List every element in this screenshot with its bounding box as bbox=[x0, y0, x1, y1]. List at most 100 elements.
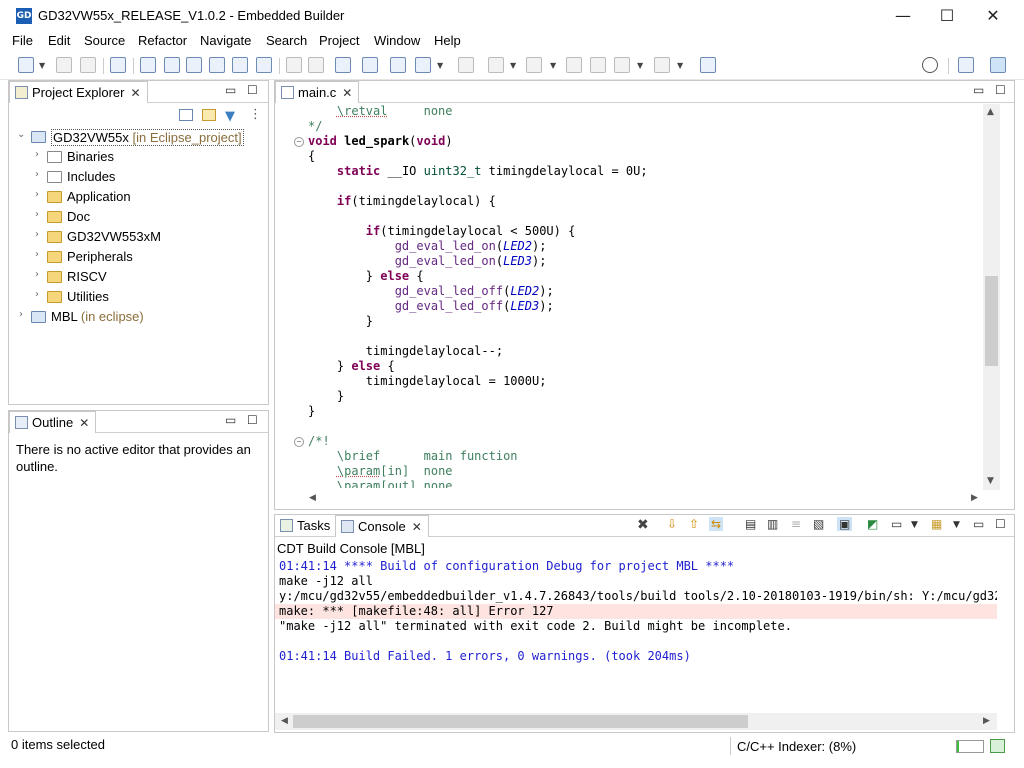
tab-project-explorer[interactable]: Project Explorer ✕ bbox=[9, 81, 148, 103]
console-scroll-thumb[interactable] bbox=[293, 715, 748, 728]
link-editor-icon[interactable] bbox=[202, 109, 216, 121]
marker-icon[interactable] bbox=[458, 57, 474, 73]
maximize-button[interactable]: ☐ bbox=[924, 0, 970, 32]
tab-outline[interactable]: Outline ✕ bbox=[9, 411, 97, 433]
chevron-right-icon[interactable]: › bbox=[35, 249, 39, 260]
menu-help[interactable]: Help bbox=[434, 33, 461, 48]
close-button[interactable]: ✕ bbox=[970, 0, 1016, 32]
filter-icon[interactable]: ▼ bbox=[225, 109, 235, 124]
forward-icon[interactable] bbox=[654, 57, 670, 73]
open-perspective-icon[interactable] bbox=[958, 57, 974, 73]
menu-navigate[interactable]: Navigate bbox=[200, 33, 251, 48]
external-tool-icon[interactable] bbox=[700, 57, 716, 73]
next-annotation-icon[interactable] bbox=[488, 57, 504, 73]
chevron-right-icon[interactable]: › bbox=[19, 309, 23, 320]
tab-console[interactable]: Console ✕ bbox=[335, 515, 429, 537]
close-icon[interactable]: ✕ bbox=[130, 86, 140, 100]
close-icon[interactable]: ✕ bbox=[412, 520, 422, 534]
next-edit-icon[interactable] bbox=[590, 57, 606, 73]
code-editor[interactable]: \retval none */ − void led_spark(void) {… bbox=[282, 104, 982, 488]
view-menu-icon[interactable]: ⋮ bbox=[249, 107, 262, 122]
run-dropdown-icon[interactable]: ▼ bbox=[437, 61, 443, 70]
menu-edit[interactable]: Edit bbox=[48, 33, 70, 48]
console-icon[interactable] bbox=[335, 57, 351, 73]
display-console-icon[interactable]: ▭ bbox=[891, 517, 902, 531]
chevron-right-icon[interactable]: › bbox=[35, 189, 39, 200]
tree-root-project[interactable]: ⌄ GD32VW55x [in Eclipse_project] bbox=[9, 128, 267, 148]
debug-icon[interactable] bbox=[140, 57, 156, 73]
prev-annotation-icon[interactable] bbox=[526, 57, 542, 73]
maximize-editor-icon[interactable]: ☐ bbox=[995, 83, 1006, 97]
progress-view-icon[interactable] bbox=[990, 739, 1005, 753]
new-icon[interactable] bbox=[18, 57, 34, 73]
minimize-view-icon[interactable]: ▭ bbox=[225, 83, 236, 97]
copy-icon[interactable]: ▤ bbox=[745, 517, 756, 531]
maximize-view-icon[interactable]: ☐ bbox=[995, 517, 1006, 531]
new-dropdown-icon[interactable]: ▼ bbox=[39, 61, 45, 70]
show-console-icon[interactable]: ▣ bbox=[837, 517, 853, 531]
minimize-editor-icon[interactable]: ▭ bbox=[973, 83, 984, 97]
chevron-right-icon[interactable]: › bbox=[35, 209, 39, 220]
minimize-button[interactable]: — bbox=[880, 0, 926, 32]
open-folder-icon[interactable] bbox=[390, 57, 406, 73]
editor-scroll-thumb[interactable] bbox=[985, 276, 998, 366]
minimize-view-icon[interactable]: ▭ bbox=[225, 413, 236, 427]
console-vertical-scrollbar[interactable] bbox=[997, 559, 1014, 707]
save-icon[interactable] bbox=[56, 57, 72, 73]
step-back-icon[interactable] bbox=[164, 57, 180, 73]
menu-window[interactable]: Window bbox=[374, 33, 420, 48]
menu-bar: File Edit Source Refactor Navigate Searc… bbox=[0, 32, 1024, 52]
search-icon[interactable] bbox=[922, 57, 938, 73]
minimize-view-icon[interactable]: ▭ bbox=[973, 517, 984, 531]
close-icon[interactable]: ✕ bbox=[342, 86, 352, 100]
scroll-lock-icon[interactable]: ▥ bbox=[767, 517, 778, 531]
chevron-right-icon[interactable]: › bbox=[35, 149, 39, 160]
build-icon[interactable] bbox=[209, 57, 225, 73]
chevron-right-icon[interactable]: › bbox=[35, 289, 39, 300]
last-edit-icon[interactable] bbox=[566, 57, 582, 73]
back-icon[interactable] bbox=[614, 57, 630, 73]
chevron-right-icon[interactable]: › bbox=[35, 229, 39, 240]
editor-horizontal-scrollbar[interactable]: ◀ ▶ bbox=[301, 491, 983, 508]
open-console-icon[interactable]: ▦ bbox=[931, 517, 942, 531]
close-icon[interactable]: ✕ bbox=[79, 416, 89, 430]
word-wrap-icon[interactable]: ≡ bbox=[791, 517, 801, 531]
cpp-perspective-icon[interactable] bbox=[990, 57, 1006, 73]
chevron-down-icon[interactable]: ⌄ bbox=[17, 129, 25, 140]
title-bar: GD GD32VW55x_RELEASE_V1.0.2 - Embedded B… bbox=[0, 0, 1024, 32]
run-icon[interactable] bbox=[415, 57, 431, 73]
tab-tasks[interactable]: Tasks bbox=[275, 515, 336, 537]
settings-icon[interactable] bbox=[256, 57, 272, 73]
next-error-icon[interactable]: ⇩ bbox=[667, 517, 677, 531]
build-binary-icon[interactable] bbox=[110, 57, 126, 73]
step-forward-icon[interactable] bbox=[186, 57, 202, 73]
menu-search[interactable]: Search bbox=[266, 33, 307, 48]
chevron-right-icon[interactable]: › bbox=[35, 269, 39, 280]
console-icon bbox=[341, 520, 354, 533]
editor-vertical-scrollbar[interactable]: ▲ ▼ bbox=[983, 104, 1000, 490]
undo-icon[interactable] bbox=[286, 57, 302, 73]
redo-icon[interactable] bbox=[308, 57, 324, 73]
tab-main-c[interactable]: main.c ✕ bbox=[275, 81, 360, 103]
clear-console-icon[interactable]: ✖ bbox=[637, 517, 649, 533]
prev-error-icon[interactable]: ⇧ bbox=[689, 517, 699, 531]
link-errors-icon[interactable]: ⇆ bbox=[709, 517, 724, 531]
maximize-view-icon[interactable]: ☐ bbox=[247, 83, 258, 97]
menu-source[interactable]: Source bbox=[84, 33, 125, 48]
indexer-progress-bar bbox=[956, 740, 984, 753]
console-output[interactable]: 01:41:14 **** Build of configuration Deb… bbox=[275, 559, 997, 709]
maximize-view-icon[interactable]: ☐ bbox=[247, 413, 258, 427]
menu-file[interactable]: File bbox=[12, 33, 33, 48]
includes-icon bbox=[47, 171, 62, 183]
refresh-icon[interactable] bbox=[362, 57, 378, 73]
save-all-icon[interactable] bbox=[80, 57, 96, 73]
menu-project[interactable]: Project bbox=[319, 33, 359, 48]
terminal-icon[interactable] bbox=[232, 57, 248, 73]
pin-console-icon[interactable]: ◩ bbox=[867, 517, 878, 531]
folder-icon bbox=[47, 271, 62, 283]
collapse-all-icon[interactable] bbox=[179, 109, 193, 121]
menu-refactor[interactable]: Refactor bbox=[138, 33, 187, 48]
remove-launch-icon[interactable]: ▧ bbox=[813, 517, 824, 531]
chevron-right-icon[interactable]: › bbox=[35, 169, 39, 180]
console-horizontal-scrollbar[interactable]: ◀ ▶ bbox=[275, 713, 997, 730]
